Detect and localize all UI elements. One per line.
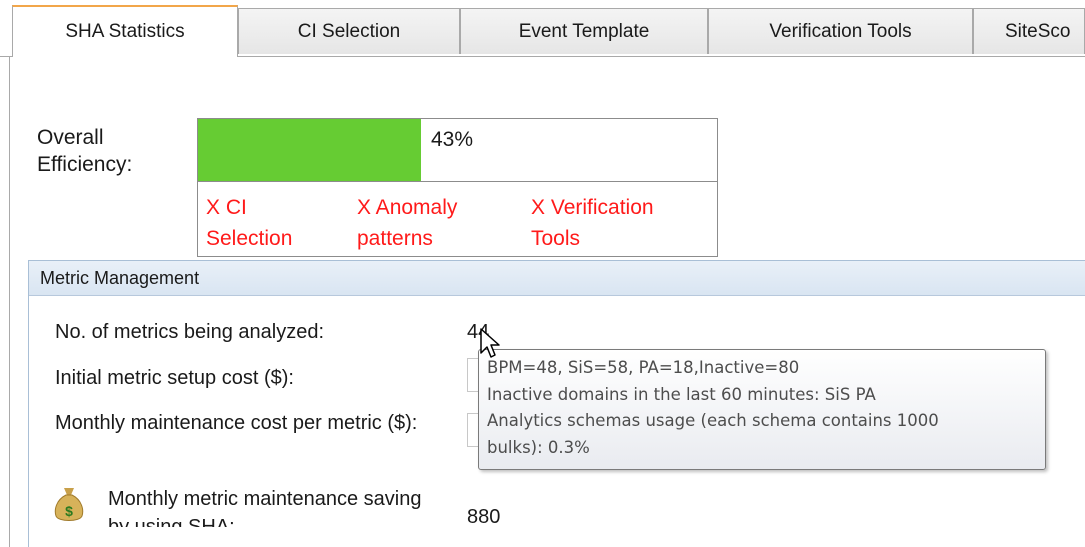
overall-efficiency-label: Overall Efficiency: <box>37 126 133 176</box>
panel-border <box>9 56 10 547</box>
tooltip-line: BPM=48, SiS=58, PA=18,Inactive=80 <box>487 358 800 377</box>
metrics-tooltip: BPM=48, SiS=58, PA=18,Inactive=80 Inacti… <box>478 349 1046 470</box>
tab-sha-statistics[interactable]: SHA Statistics <box>12 5 238 57</box>
factor-ci-selection-link[interactable]: X CI Selection <box>206 192 336 254</box>
tab-bar: SHA Statistics CI Selection Event Templa… <box>0 0 1085 57</box>
efficiency-progress-fill <box>198 119 422 181</box>
maintenance-saving-value: 880 <box>467 506 501 528</box>
tab-ci-selection[interactable]: CI Selection <box>238 8 460 54</box>
metric-management-header: Metric Management <box>29 261 1085 296</box>
factor-anomaly-patterns-link[interactable]: X Anomaly patterns <box>357 192 507 254</box>
tab-verification-tools[interactable]: Verification Tools <box>708 8 973 54</box>
efficiency-progress-bar: 43% <box>198 119 717 182</box>
metrics-analyzed-label: No. of metrics being analyzed: <box>55 321 325 343</box>
tooltip-line: bulks): 0.3% <box>487 437 590 457</box>
maintenance-saving-label: Monthly metric maintenance saving by usi… <box>108 488 422 527</box>
efficiency-box: 43% X CI Selection X Anomaly patterns X … <box>197 118 718 257</box>
efficiency-percent: 43% <box>431 128 474 151</box>
money-bag-icon: $ <box>54 488 84 521</box>
tab-sitescope[interactable]: SiteSco <box>973 8 1085 54</box>
arrow-cursor-icon <box>480 328 500 358</box>
monthly-maintenance-cost-label: Monthly maintenance cost per metric ($): <box>55 412 418 434</box>
tooltip-line: Analytics schemas usage (each schema con… <box>487 411 939 430</box>
factor-verification-tools-link[interactable]: X Verification Tools <box>531 192 706 254</box>
tooltip-line: Inactive domains in the last 60 minutes:… <box>487 384 876 404</box>
initial-setup-cost-label: Initial metric setup cost ($): <box>55 367 294 389</box>
svg-text:$: $ <box>65 503 73 519</box>
tab-event-template[interactable]: Event Template <box>460 8 708 54</box>
